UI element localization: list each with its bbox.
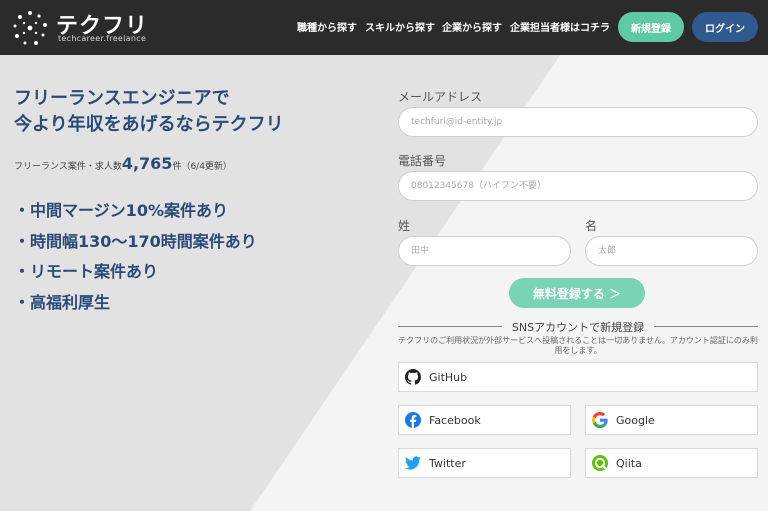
nav-by-company[interactable]: 企業から探す — [442, 19, 502, 34]
hero-headline-line-2: 今より年収をあげるならテクフリ — [14, 114, 284, 135]
logo[interactable]: テクフリ techcareer.freelance — [12, 8, 152, 48]
github-signup-button[interactable]: GitHub — [398, 362, 758, 392]
nav-for-companies[interactable]: 企業担当者様はコチラ — [510, 19, 610, 34]
twitter-label: Twitter — [429, 456, 466, 470]
google-label: Google — [616, 413, 655, 427]
facebook-label: Facebook — [429, 413, 481, 427]
hero-headline-line-1: フリーランスエンジニアで — [14, 88, 230, 109]
feature-item: ・リモート案件あり — [14, 262, 159, 281]
qiita-signup-button[interactable]: Qiita — [585, 448, 758, 478]
site-header: テクフリ techcareer.freelance 職種から探す スキルから探す… — [0, 0, 768, 55]
logo-mark-icon — [13, 11, 47, 45]
github-label: GitHub — [429, 370, 468, 384]
job-count-prefix: フリーランス案件・求人数 — [14, 162, 122, 172]
facebook-signup-button[interactable]: Facebook — [398, 405, 571, 435]
facebook-icon — [405, 412, 421, 428]
qiita-icon — [592, 455, 608, 471]
feature-item: ・時間幅130〜170時間案件あり — [14, 232, 257, 251]
twitter-signup-button[interactable]: Twitter — [398, 448, 571, 478]
job-count: フリーランス案件・求人数4,765件（6/4更新） — [14, 154, 232, 173]
job-count-value: 4,765 — [121, 154, 173, 173]
lastname-label: 姓 — [398, 219, 411, 233]
email-field[interactable] — [398, 107, 758, 137]
lastname-field[interactable] — [398, 236, 571, 266]
sns-privacy-note: テクフリのご利用状況が外部サービスへ投稿されることは一切ありません。アカウント認… — [398, 336, 758, 355]
phone-field[interactable] — [398, 171, 758, 201]
twitter-icon — [405, 456, 421, 470]
github-icon — [405, 369, 421, 385]
feature-item: ・中間マージン10%案件あり — [14, 201, 228, 220]
job-count-suffix: 件（6/4更新） — [172, 162, 232, 172]
header-login-button[interactable]: ログイン — [692, 12, 758, 42]
phone-label: 電話番号 — [398, 154, 447, 168]
logo-subtext: techcareer.freelance — [58, 34, 147, 43]
firstname-field[interactable] — [585, 236, 758, 266]
sns-title: SNSアカウントで新規登録 — [511, 321, 645, 334]
firstname-label: 名 — [585, 219, 598, 233]
hero-headline: フリーランスエンジニアで 今より年収をあげるならテクフリ — [14, 86, 284, 138]
feature-item: ・高福利厚生 — [14, 293, 111, 312]
email-label: メールアドレス — [398, 90, 483, 104]
nav-by-job-type[interactable]: 職種から探す — [297, 19, 357, 34]
qiita-label: Qiita — [616, 456, 642, 470]
free-register-button[interactable]: 無料登録する ＞ — [509, 278, 645, 308]
google-signup-button[interactable]: Google — [585, 405, 758, 435]
google-icon — [592, 412, 608, 428]
header-register-button[interactable]: 新規登録 — [618, 12, 684, 42]
nav-by-skill[interactable]: スキルから探す — [365, 19, 435, 34]
